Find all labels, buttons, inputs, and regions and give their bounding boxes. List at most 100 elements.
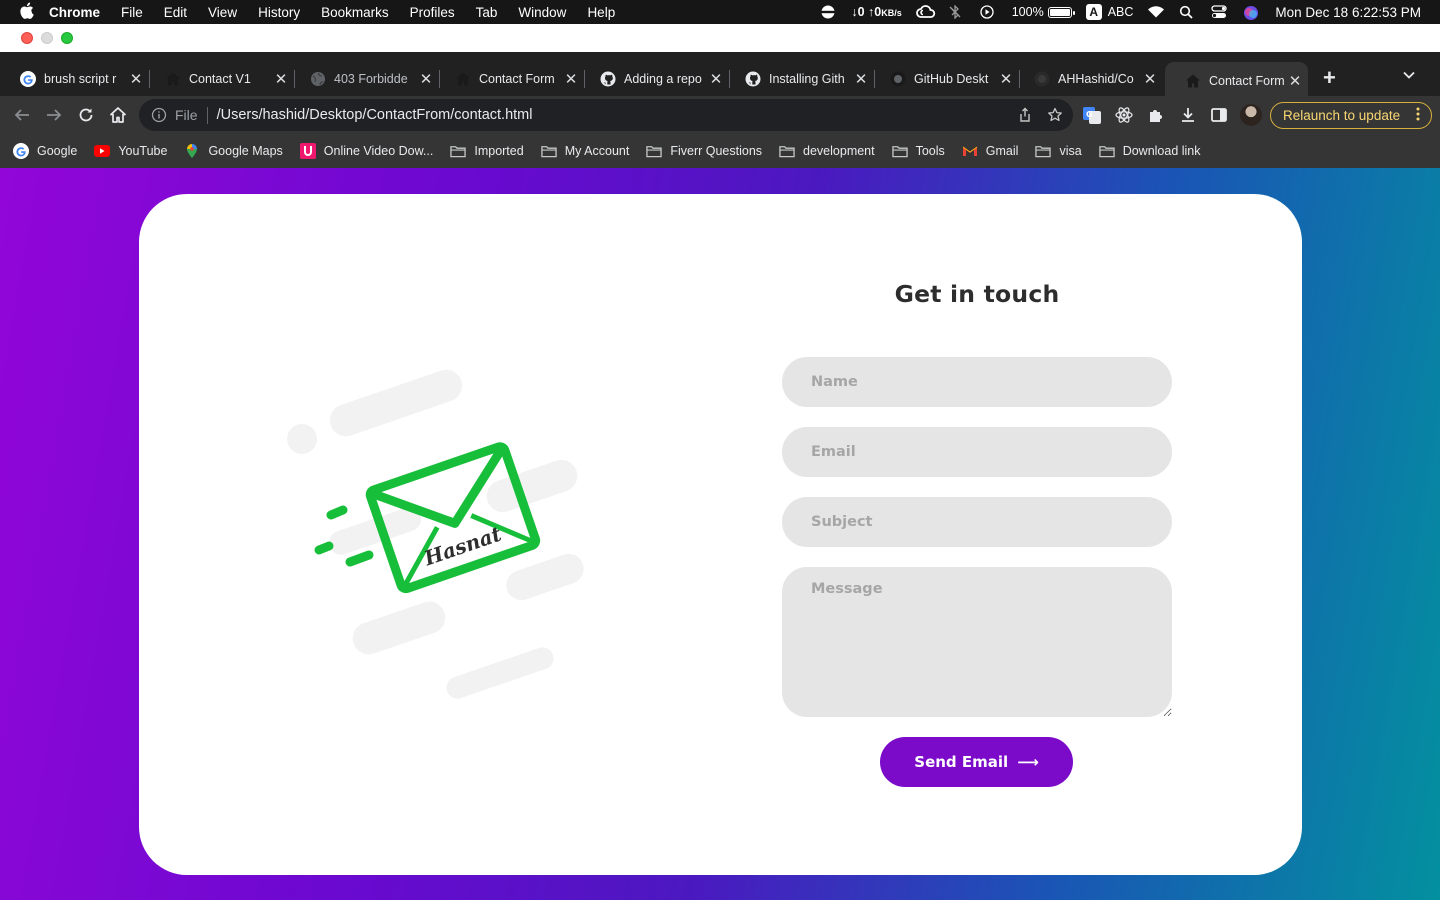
wifi-icon[interactable] [1147, 5, 1165, 19]
bookmark-folder-imported[interactable]: Imported [450, 143, 524, 159]
bookmark-folder-development[interactable]: development [779, 143, 875, 159]
tab-installing-github[interactable]: Installing Gith ✕ [725, 62, 875, 96]
menubar-clock[interactable]: Mon Dec 18 6:22:53 PM [1275, 5, 1421, 20]
tab-github-desktop[interactable]: GitHub Deskt ✕ [870, 62, 1020, 96]
tab-403-forbidden[interactable]: 403 Forbidde ✕ [290, 62, 440, 96]
tab-contact-form[interactable]: Contact Form ✕ [435, 62, 585, 96]
tab-close-icon[interactable]: ✕ [274, 70, 288, 88]
url-text[interactable]: /Users/hashid/Desktop/ContactFrom/contac… [217, 107, 533, 123]
menu-bookmarks[interactable]: Bookmarks [321, 5, 389, 20]
globe-icon [310, 71, 326, 87]
back-arrow-icon[interactable] [11, 104, 33, 126]
bookmark-label: Online Video Dow... [323, 144, 434, 158]
tab-title: Contact Form [479, 72, 555, 86]
bookmark-label: Fiverr Questions [670, 144, 763, 158]
name-input[interactable] [782, 357, 1172, 407]
battery-status[interactable]: 100% [1012, 5, 1075, 19]
menu-history[interactable]: History [258, 5, 300, 20]
window-close-button[interactable] [21, 32, 33, 44]
siri-icon[interactable] [1243, 5, 1261, 20]
bluetooth-off-icon[interactable] [948, 4, 966, 20]
home-icon[interactable] [107, 104, 129, 126]
send-email-button[interactable]: Send Email ⟶ [880, 737, 1073, 787]
subject-input[interactable] [782, 497, 1172, 547]
more-menu-icon[interactable] [1416, 107, 1420, 121]
folder-icon [450, 143, 467, 159]
bookmark-star-icon[interactable] [1047, 107, 1063, 128]
bookmark-online-video-downloader[interactable]: Online Video Dow... [299, 143, 434, 159]
battery-fill [1049, 8, 1070, 16]
menubar-app-name[interactable]: Chrome [49, 5, 100, 20]
folder-icon [891, 143, 908, 159]
bookmark-gmail[interactable]: Gmail [962, 143, 1018, 159]
url-separator [206, 106, 208, 124]
github-icon [890, 71, 906, 87]
reload-icon[interactable] [75, 104, 97, 126]
side-panel-icon[interactable] [1208, 104, 1230, 126]
bookmark-google-maps[interactable]: Google Maps [184, 143, 283, 159]
house-icon [455, 71, 471, 87]
tab-ahhashid-repo[interactable]: AHHashid/Co ✕ [1014, 62, 1163, 96]
network-speed-indicator[interactable]: ↓0 ↑0KB/s [851, 5, 901, 19]
extensions-puzzle-icon[interactable] [1145, 104, 1167, 126]
tab-close-icon[interactable]: ✕ [709, 70, 723, 88]
tab-brush-script[interactable]: brush script r ✕ [0, 62, 150, 96]
bookmark-label: development [803, 144, 875, 158]
window-minimize-button[interactable] [41, 32, 53, 44]
relaunch-to-update-button[interactable]: Relaunch to update [1270, 102, 1432, 129]
tab-adding-a-repo[interactable]: Adding a repo ✕ [580, 62, 730, 96]
tab-contact-v1[interactable]: Contact V1 ✕ [145, 62, 295, 96]
bookmark-folder-fiverr-questions[interactable]: Fiverr Questions [646, 143, 762, 159]
new-tab-button[interactable]: + [1323, 67, 1336, 89]
folder-icon [1098, 143, 1115, 159]
react-devtools-extension-icon[interactable] [1113, 104, 1135, 126]
share-icon[interactable] [1017, 107, 1033, 128]
menu-view[interactable]: View [208, 5, 237, 20]
menu-edit[interactable]: Edit [164, 5, 187, 20]
forward-arrow-icon[interactable] [43, 104, 65, 126]
tab-close-icon[interactable]: ✕ [564, 70, 578, 88]
tab-search-chevron-icon[interactable] [1402, 68, 1416, 87]
message-textarea[interactable] [782, 567, 1172, 717]
tab-close-icon[interactable]: ✕ [129, 70, 143, 88]
tab-close-icon[interactable]: ✕ [1288, 72, 1302, 90]
tab-title: Contact Form [1209, 74, 1285, 88]
profile-avatar[interactable] [1240, 104, 1262, 126]
folder-icon [646, 143, 663, 159]
tab-title: GitHub Deskt [914, 72, 989, 86]
folder-icon [779, 143, 795, 159]
bookmark-folder-tools[interactable]: Tools [891, 143, 945, 159]
apple-logo-icon[interactable] [19, 2, 35, 22]
bookmark-label: Tools [915, 144, 945, 158]
input-source[interactable]: A ABC [1085, 4, 1133, 20]
bookmark-youtube[interactable]: YouTube [94, 143, 167, 159]
tab-close-icon[interactable]: ✕ [999, 70, 1013, 88]
bookmark-folder-visa[interactable]: visa [1035, 143, 1082, 159]
address-bar[interactable]: File /Users/hashid/Desktop/ContactFrom/c… [139, 99, 1073, 131]
bookmark-folder-download-link[interactable]: Download link [1098, 143, 1201, 159]
spotlight-search-icon[interactable] [1179, 5, 1197, 19]
tab-close-icon[interactable]: ✕ [1143, 70, 1157, 88]
google-translate-extension-icon[interactable]: G [1081, 104, 1103, 126]
tab-contact-form-active[interactable]: Contact Form ✕ [1165, 62, 1308, 100]
window-zoom-button[interactable] [61, 32, 73, 44]
network-unit: KB/s [881, 8, 902, 18]
download-icon[interactable] [1177, 104, 1199, 126]
now-playing-icon[interactable] [980, 5, 998, 19]
window-titlebar [0, 24, 1440, 52]
creative-cloud-icon[interactable] [915, 5, 935, 19]
menu-help[interactable]: Help [587, 5, 615, 20]
site-info-icon[interactable] [151, 107, 167, 123]
tab-close-icon[interactable]: ✕ [419, 70, 433, 88]
menu-profiles[interactable]: Profiles [410, 5, 455, 20]
email-input[interactable] [782, 427, 1172, 477]
bookmark-folder-my-account[interactable]: My Account [540, 143, 629, 159]
tab-close-icon[interactable]: ✕ [854, 70, 868, 88]
menu-file[interactable]: File [121, 5, 143, 20]
vpn-icon[interactable] [819, 5, 837, 19]
video-download-icon [299, 143, 316, 159]
bookmark-google[interactable]: Google [13, 143, 77, 159]
control-center-icon[interactable] [1211, 5, 1229, 19]
menu-window[interactable]: Window [518, 5, 566, 20]
menu-tab[interactable]: Tab [476, 5, 498, 20]
